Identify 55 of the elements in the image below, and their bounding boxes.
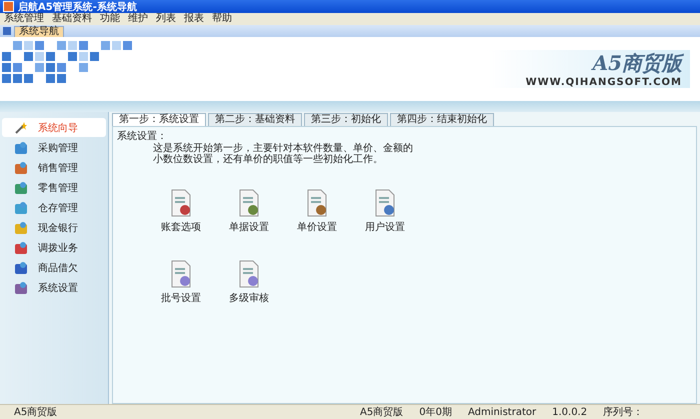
document-icon [237,189,261,217]
sidebar-item[interactable]: 零售管理 [2,178,106,197]
menu-item[interactable]: 基础资料 [52,13,92,25]
app-icon [3,1,14,12]
status-text: A5商贸版 [13,406,58,419]
shortcut-button[interactable]: 多级审核 [215,260,283,305]
document-tab[interactable]: 系统导航 [14,26,64,37]
sidebar-item[interactable]: 现金银行 [2,218,106,237]
menu-item[interactable]: 功能 [100,13,120,25]
status-text: 序列号： [602,406,644,419]
sidebar-item[interactable]: 销售管理 [2,158,106,177]
module-icon [14,140,28,154]
window-menu-icon[interactable] [3,27,11,35]
section-heading: 系统设置： [117,130,168,142]
menu-item[interactable]: 帮助 [212,13,232,25]
menu-item[interactable]: 报表 [184,13,204,25]
sidebar-item[interactable]: 采购管理 [2,138,106,157]
module-icon [14,180,28,194]
window-title: 启航A5管理系统-系统导航 [18,0,137,12]
shortcut-button[interactable]: 单价设置 [283,189,351,234]
module-icon [14,280,28,294]
shortcut-button[interactable]: 单据设置 [215,189,283,234]
status-text: Administrator [466,406,538,418]
step-tab[interactable]: 第一步：系统设置 [112,113,206,126]
logo-text: A5商贸版 [592,50,682,77]
sidebar-item[interactable]: 系统设置 [2,278,106,297]
sidebar-item[interactable]: 商品借欠 [2,258,106,277]
module-icon [14,260,28,274]
document-icon [169,260,193,288]
menu-item[interactable]: 系统管理 [4,13,44,25]
document-icon [169,189,193,217]
menu-item[interactable]: 维护 [128,13,148,25]
module-icon [14,240,28,254]
document-icon [373,189,397,217]
document-icon [305,189,329,217]
sidebar-item[interactable]: 仓存管理 [2,198,106,217]
module-icon [14,220,28,234]
step-tab[interactable]: 第二步：基础资料 [208,113,302,126]
module-icon [14,160,28,174]
status-text: 1.0.0.2 [551,406,588,418]
shortcut-button[interactable]: 用户设置 [351,189,419,234]
status-text: A5商贸版 [359,406,404,419]
status-text: 0年0期 [418,406,453,419]
sidebar-item[interactable]: 调拨业务 [2,238,106,257]
menu-item[interactable]: 列表 [156,13,176,25]
step-tab[interactable]: 第三步：初始化 [304,113,388,126]
website-url: WWW.QIHANGSOFT.COM [526,77,682,88]
module-icon [14,200,28,214]
document-icon [237,260,261,288]
step-tab[interactable]: 第四步：结束初始化 [390,113,494,126]
sidebar-item[interactable]: 系统向导 [2,118,106,137]
description-text: 这是系统开始第一步，主要针对本软件数量、单价、金额的小数位数设置，还有单价的职值等一些初始化工作。 [153,143,413,165]
shortcut-button[interactable]: 账套选项 [147,189,215,234]
shortcut-button[interactable]: 批号设置 [147,260,215,305]
wand-icon [14,120,28,134]
